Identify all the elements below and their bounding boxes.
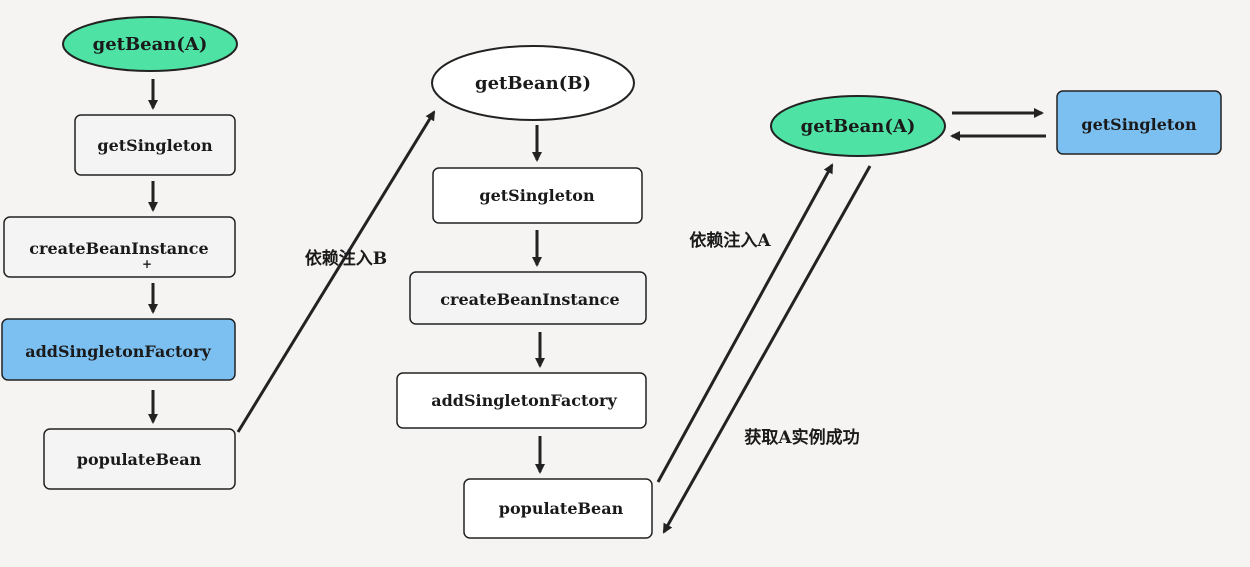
- cursor-crosshair-icon: +: [142, 257, 152, 271]
- node-a-getbean: getBean(A): [62, 16, 238, 72]
- node-b-getsingleton: getSingleton: [432, 167, 643, 224]
- node-b-populatebean-label: populateBean: [499, 499, 624, 518]
- node-a-getsingleton: getSingleton: [74, 114, 236, 176]
- node-b-getbean-label: getBean(B): [475, 73, 591, 94]
- label-inject-b: 依赖注入B: [305, 248, 387, 269]
- node-a-populatebean-label: populateBean: [77, 450, 202, 469]
- node-b-createbeaninstance-label: createBeanInstance: [440, 290, 619, 309]
- node-b-addsingletonfactory-label: addSingletonFactory: [431, 391, 617, 410]
- arrow-get-a-success: [662, 165, 872, 534]
- node-c-getsingleton-label: getSingleton: [1081, 115, 1197, 134]
- node-a-addsingletonfactory: addSingletonFactory: [1, 318, 236, 381]
- node-a-createbeaninstance: createBeanInstance +: [3, 216, 236, 278]
- node-c-getsingleton: getSingleton: [1056, 90, 1222, 155]
- node-a-getsingleton-label: getSingleton: [97, 136, 213, 155]
- node-c-getbean: getBean(A): [770, 95, 946, 157]
- node-b-getsingleton-label: getSingleton: [479, 186, 595, 205]
- flow-diagram: getBean(A) getSingleton createBeanInstan…: [1, 16, 1222, 539]
- node-b-createbeaninstance: createBeanInstance: [409, 271, 647, 325]
- node-a-getbean-label: getBean(A): [93, 34, 208, 55]
- node-b-addsingletonfactory: addSingletonFactory: [396, 372, 647, 429]
- node-b-getbean: getBean(B): [431, 45, 635, 121]
- label-inject-a: 依赖注入A: [689, 230, 771, 251]
- diagram-canvas: getBean(A) getSingleton createBeanInstan…: [0, 0, 1250, 567]
- node-a-populatebean: populateBean: [43, 428, 236, 490]
- node-a-addsingletonfactory-label: addSingletonFactory: [25, 342, 211, 361]
- node-a-createbeaninstance-label: createBeanInstance: [29, 239, 208, 258]
- node-c-getbean-label: getBean(A): [801, 116, 916, 137]
- label-get-a-success: 获取A实例成功: [744, 427, 859, 448]
- node-b-populatebean: populateBean: [463, 478, 653, 539]
